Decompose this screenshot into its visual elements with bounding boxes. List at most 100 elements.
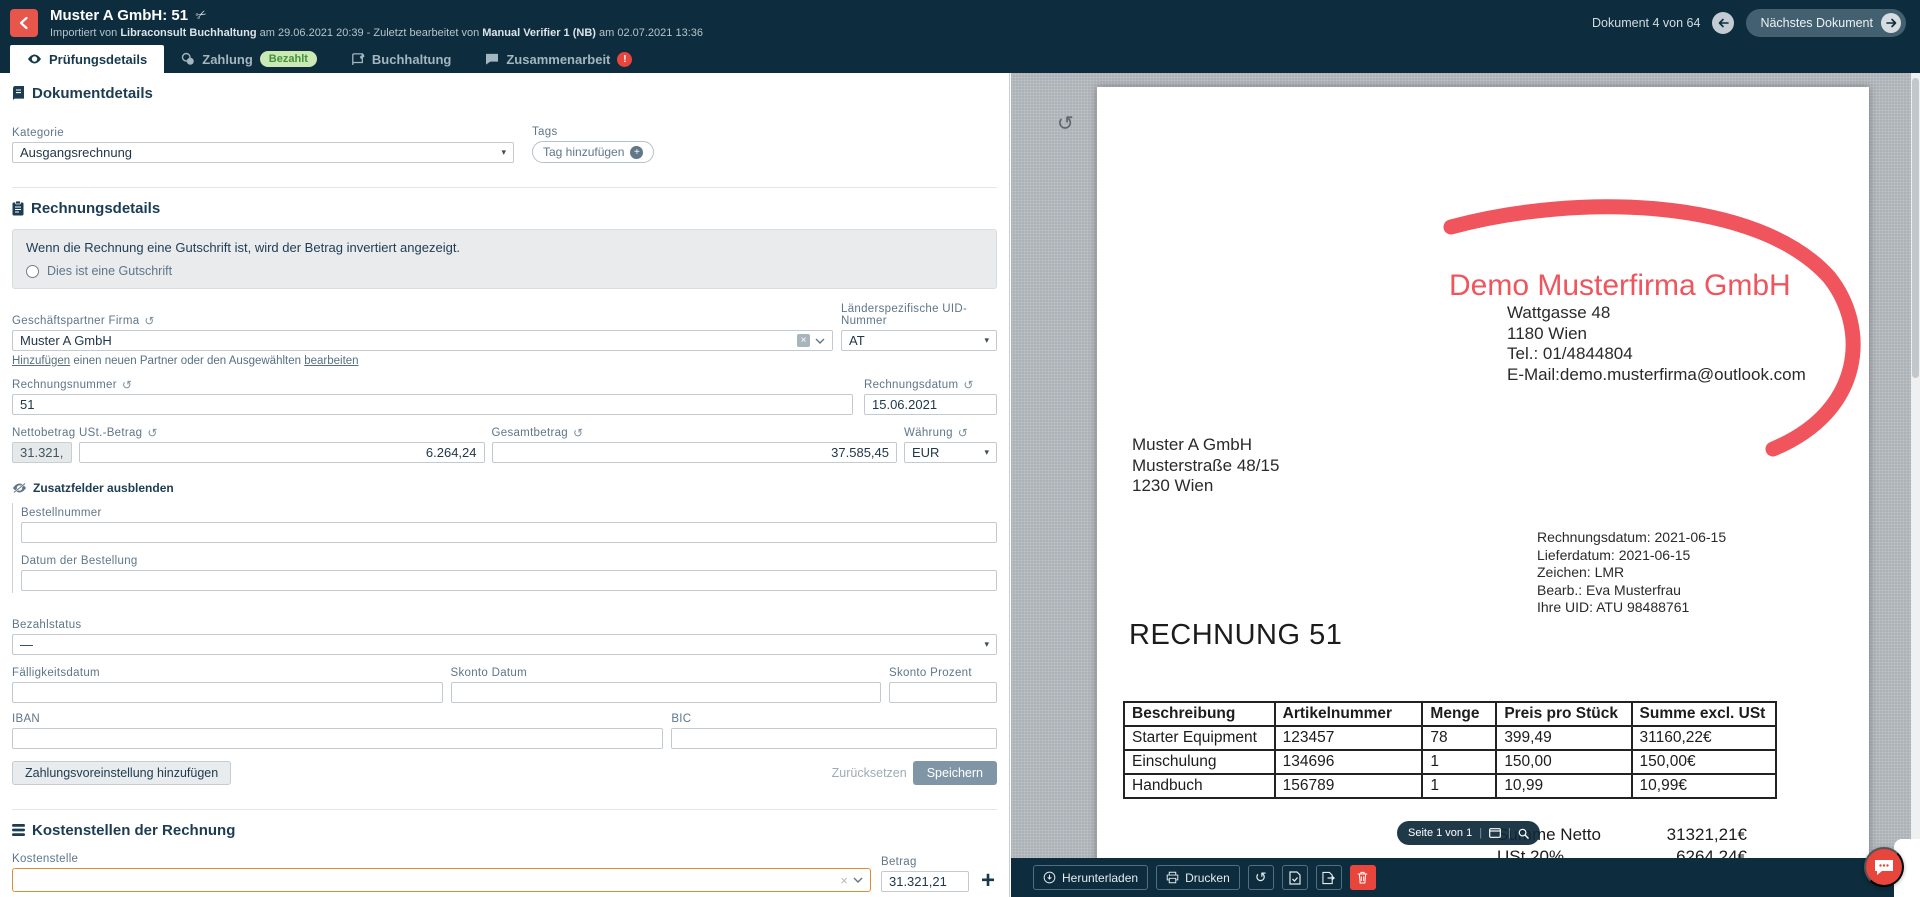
download-icon [1043,871,1056,884]
history-icon[interactable]: ↺ [573,428,583,438]
uid-select[interactable]: AT ▾ [841,330,997,351]
tab-pruefungsdetails[interactable]: Prüfungsdetails [10,45,164,73]
document-icon [12,86,25,101]
bic-label: BIC [671,713,997,725]
invoice-number-label: Rechnungsnummer↺ [12,379,853,391]
add-cost-center-button[interactable]: + [979,870,997,892]
skonto-percent-input[interactable] [889,682,997,703]
bic-input[interactable] [671,728,997,749]
save-button[interactable]: Speichern [913,761,997,785]
document-export-button[interactable] [1316,865,1342,890]
invoice-page[interactable]: Demo Musterfirma GmbH Wattgasse 48 1180 … [1097,87,1869,887]
print-button[interactable]: Drucken [1156,865,1240,890]
invoice-line-items-table: Beschreibung Artikelnummer Menge Preis p… [1123,701,1777,799]
due-date-input[interactable] [12,682,443,703]
import-info-text: am 02.07.2021 13:36 [596,27,703,39]
credit-note-option[interactable]: Dies ist eine Gutschrift [26,264,983,278]
previous-document-button[interactable] [1712,12,1734,34]
invoice-company-name: Demo Musterfirma GmbH [1449,269,1791,303]
split-document-icon[interactable]: ✂ [193,5,210,24]
tab-buchhaltung[interactable]: Buchhaltung [334,45,468,73]
invoice-recipient: Muster A GmbH Musterstraße 48/15 1230 Wi… [1132,435,1279,497]
document-verify-button[interactable] [1282,865,1308,890]
partner-combobox[interactable]: Muster A GmbH × [12,330,833,351]
tab-label: Buchhaltung [372,52,451,67]
partner-value: Muster A GmbH [20,333,112,348]
delete-document-button[interactable] [1350,865,1376,890]
section-divider [12,187,997,188]
order-date-input[interactable] [21,570,997,591]
paid-status-select[interactable]: — ▾ [12,634,997,655]
dropdown-arrow-icon: ▾ [501,147,506,158]
zoom-icon[interactable] [1518,828,1529,839]
clear-icon[interactable]: × [840,873,848,888]
preview-scrollbar[interactable] [1911,73,1920,897]
import-info: Importiert von Libraconsult Buchhaltung … [50,27,703,39]
edit-partner-link[interactable]: bearbeiten [304,355,358,367]
vat-amount-input[interactable] [79,442,485,463]
amount-input[interactable] [881,871,969,892]
document-export-icon [1322,871,1335,885]
table-row: Handbuch156789110,9910,99€ [1124,774,1776,798]
history-icon[interactable]: ↺ [144,316,154,326]
total-amount-input[interactable] [492,442,898,463]
page-title: Muster A GmbH: 51 [50,7,188,24]
scrollbar-thumb[interactable] [1912,78,1919,378]
clear-icon[interactable]: × [797,334,810,347]
fit-page-icon[interactable] [1489,828,1501,838]
history-icon[interactable]: ↺ [122,380,132,390]
cost-center-combobox[interactable]: × [12,868,871,892]
section-divider [12,809,997,810]
document-history-button[interactable]: ↺ [1248,865,1274,890]
chevron-down-icon[interactable] [853,877,863,883]
radio-icon[interactable] [26,265,39,278]
history-icon[interactable]: ↺ [963,380,973,390]
print-icon [1166,871,1179,884]
document-preview-panel: ↺ ↻ Demo Musterfirma GmbH Wattgasse 48 1… [1011,73,1920,897]
iban-input[interactable] [12,728,663,749]
skonto-date-input[interactable] [451,682,882,703]
rotate-left-icon[interactable]: ↺ [1057,111,1074,136]
arrow-right-icon [1881,13,1901,33]
amount-label: Betrag [881,856,969,868]
invoice-number-input[interactable] [12,394,853,415]
chat-bubble-icon [1874,859,1894,876]
hide-extra-fields-toggle[interactable]: Zusatzfelder ausblenden [12,481,997,495]
download-button[interactable]: Herunterladen [1033,865,1148,890]
history-icon[interactable]: ↺ [147,428,157,438]
add-partner-link[interactable]: Hinzufügen [12,355,70,367]
dropdown-arrow-icon: ▾ [984,335,989,346]
partner-links-text: einen neuen Partner oder den Ausgewählte… [70,355,304,367]
vat-amount-label: USt.-Betrag↺ [79,427,485,439]
section-dokumentdetails: Dokumentdetails [12,85,997,102]
reset-button[interactable]: Zurücksetzen [832,766,907,780]
last-editor: Manual Verifier 1 (NB) [482,27,596,39]
back-button[interactable] [10,9,38,37]
history-icon[interactable]: ↺ [958,428,968,438]
kategorie-select[interactable]: Ausgangsrechnung ▾ [12,142,514,163]
chevron-down-icon[interactable] [815,338,825,344]
top-header: Muster A GmbH: 51 ✂ Importiert von Libra… [0,0,1920,45]
add-tag-button[interactable]: Tag hinzufügen + [532,141,654,163]
accounting-icon [351,53,365,66]
order-number-label: Bestellnummer [21,507,997,519]
payment-icon [181,52,195,66]
tab-zusammenarbeit[interactable]: Zusammenarbeit ! [468,45,649,73]
next-document-label: Nächstes Dokument [1760,16,1873,30]
skonto-percent-label: Skonto Prozent [889,667,997,679]
verification-form-panel: Dokumentdetails Kategorie Ausgangsrechnu… [0,73,1010,897]
payment-preset-button[interactable]: Zahlungsvoreinstellung hinzufügen [12,761,231,785]
credit-note-infobox: Wenn die Rechnung eine Gutschrift ist, w… [12,229,997,289]
next-document-button[interactable]: Nächstes Dokument [1746,9,1906,37]
invoice-date-input[interactable] [864,394,997,415]
order-number-input[interactable] [21,522,997,543]
tab-label: Zahlung [202,52,253,67]
invoice-meta: Rechnungsdatum: 2021-06-15 Lieferdatum: … [1537,529,1726,617]
currency-select[interactable]: EUR ▾ [904,442,997,463]
tab-zahlung[interactable]: Zahlung Bezahlt [164,45,334,73]
chat-widget-button[interactable] [1864,847,1904,887]
tab-label: Prüfungsdetails [49,52,147,67]
app-window: Muster A GmbH: 51 ✂ Importiert von Libra… [0,0,1920,897]
order-date-label: Datum der Bestellung [21,555,997,567]
skonto-date-label: Skonto Datum [451,667,882,679]
